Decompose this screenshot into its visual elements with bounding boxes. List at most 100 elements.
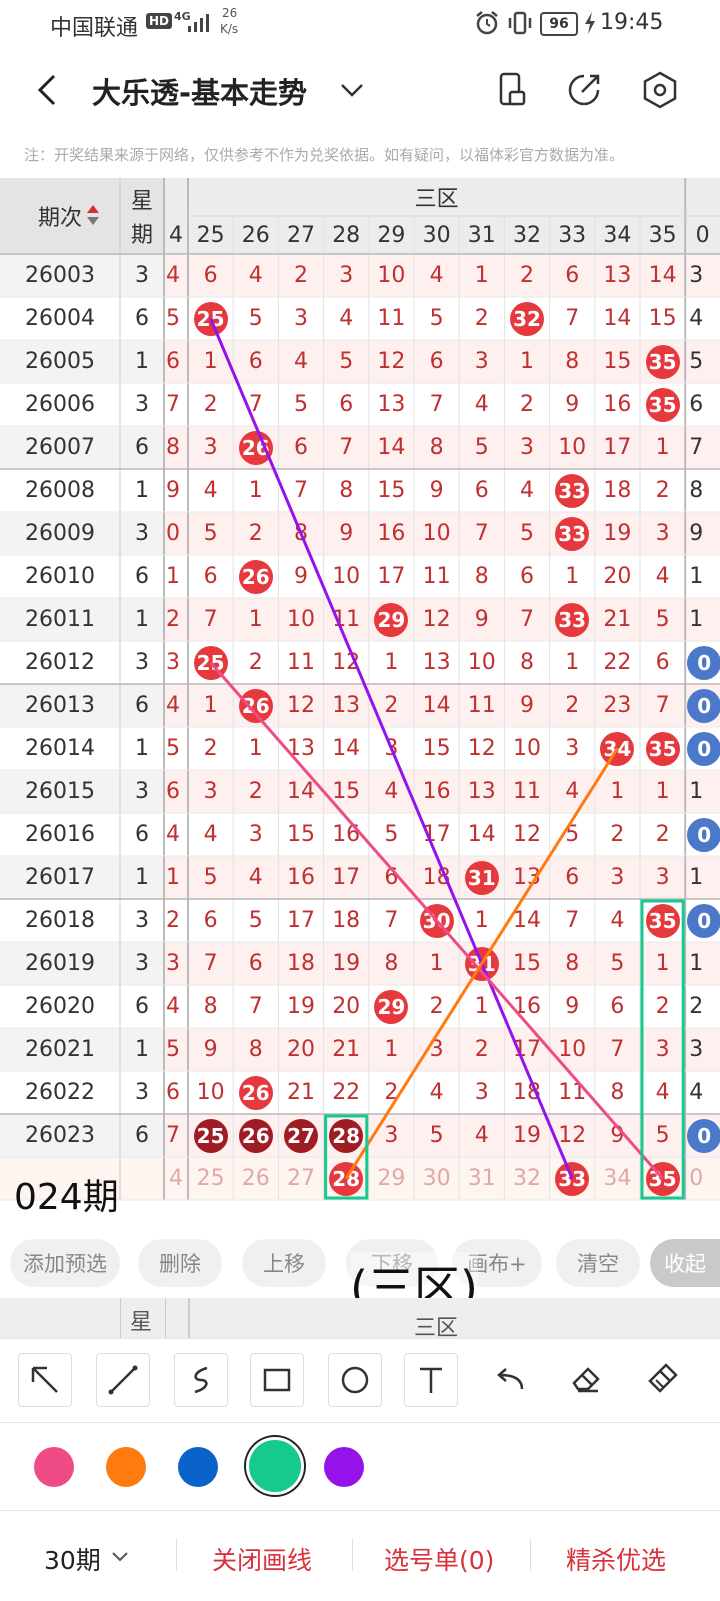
predict-number: 30 [422,1166,451,1191]
weekday-value: 1 [135,607,149,632]
back-arrow-icon[interactable] [28,68,72,112]
number-column-header: 33 [558,222,587,248]
right-partial-cell: 2 [689,994,704,1019]
hd-badge: HD [146,13,173,29]
miss-count: 1 [429,951,444,976]
text-tool-icon[interactable] [404,1353,458,1407]
color-swatch-orange[interactable] [106,1447,146,1487]
smart-pick-button[interactable]: 精杀优选 [566,1541,666,1577]
issue-number: 26013 [25,693,95,718]
right-partial-cell: 9 [689,521,704,546]
miss-count: 3 [429,1037,444,1062]
add-preselect-button[interactable]: 添加预选 [10,1239,120,1287]
line-tool-icon[interactable] [96,1353,150,1407]
miss-count: 3 [519,435,534,460]
miss-count: 3 [293,306,308,331]
miss-count: 6 [293,435,308,460]
circle-tool-icon[interactable] [328,1353,382,1407]
miss-count: 4 [474,1123,489,1148]
move-up-button[interactable]: 上移 [242,1239,326,1287]
period-selector[interactable]: 30期 [44,1541,101,1577]
chevron-down-icon[interactable] [108,1545,132,1569]
miss-count: 20 [603,564,632,589]
pick-list-button[interactable]: 选号单(0) [384,1541,494,1577]
weekday-value: 3 [135,779,149,804]
net-speed-value: 26 [222,6,238,20]
blue-ball-partial: 0 [687,817,720,852]
partial-cell: 4 [166,263,180,288]
action-bar: 添加预选 删除 上移 下移 画布+ 清空 收起 (三区) [0,1228,720,1318]
miss-count: 7 [610,1037,625,1062]
partial-cell: 8 [166,435,180,460]
miss-count: 10 [558,435,587,460]
miss-count: 7 [293,478,308,503]
miss-count: 10 [332,564,361,589]
number-column-header: 30 [422,222,451,248]
collapse-button[interactable]: 收起 [650,1239,720,1287]
miss-count: 11 [467,693,496,718]
partial-cell: 5 [166,736,180,761]
miss-count: 2 [203,392,218,417]
predict-number: 27 [286,1166,315,1191]
rectangle-tool-icon[interactable] [250,1353,304,1407]
partial-cell: 7 [166,1123,180,1148]
color-swatch-blue[interactable] [178,1447,218,1487]
miss-count: 18 [286,951,315,976]
drawn-number-ball: 35 [645,344,680,379]
miss-count: 10 [377,263,406,288]
pointer-arrow-icon[interactable] [18,1353,72,1407]
right-partial-cell: 5 [689,349,704,374]
partial-cell: 2 [166,908,180,933]
miss-count: 10 [558,1037,587,1062]
miss-count: 9 [293,564,308,589]
color-swatch-purple[interactable] [324,1447,364,1487]
miss-count: 8 [429,435,444,460]
charging-icon [585,12,595,34]
miss-count: 4 [519,478,534,503]
miss-count: 1 [248,478,263,503]
miss-count: 8 [610,1080,625,1105]
miss-count: 9 [519,693,534,718]
miss-count: 11 [332,607,361,632]
miss-count: 5 [248,306,263,331]
color-swatch-green-selected[interactable] [246,1437,304,1495]
miss-count: 1 [655,779,670,804]
right-partial-cell: 6 [689,392,704,417]
miss-count: 17 [422,822,451,847]
chevron-down-icon[interactable] [330,68,374,112]
clear-brush-icon[interactable] [636,1353,688,1405]
miss-count: 18 [512,1080,541,1105]
undo-icon[interactable] [484,1353,536,1405]
predict-row-label[interactable]: 024期 [14,1168,119,1220]
share-icon[interactable] [562,68,606,112]
drawn-number-ball: 33 [555,516,590,551]
miss-count: 12 [467,736,496,761]
weekday-value: 1 [135,736,149,761]
miss-count: 13 [286,736,315,761]
settings-icon[interactable] [638,68,682,112]
screen-rotate-icon[interactable] [490,68,534,112]
right-partial-cell: 1 [689,865,704,890]
miss-count: 2 [610,822,625,847]
eraser-icon[interactable] [560,1353,612,1405]
curve-tool-icon[interactable] [174,1353,228,1407]
delete-button[interactable]: 删除 [138,1239,222,1287]
miss-count: 4 [203,478,218,503]
close-drawing-button[interactable]: 关闭画线 [212,1541,312,1577]
drawn-number-ball: 26 [238,559,273,594]
right-partial-cell: 1 [689,607,704,632]
miss-count: 17 [286,908,315,933]
partial-cell: 1 [166,865,180,890]
miss-count: 4 [474,392,489,417]
number-column-header: 31 [467,222,496,248]
miss-count: 2 [384,693,399,718]
miss-count: 14 [377,435,406,460]
color-swatch-pink[interactable] [34,1447,74,1487]
predict-selected-ball: 28 [329,1161,364,1196]
issue-number: 26018 [25,908,95,933]
partial-cell: 0 [166,521,180,546]
miss-count: 12 [332,650,361,675]
miss-count: 5 [203,521,218,546]
clear-button[interactable]: 清空 [556,1239,640,1287]
sort-icon[interactable] [86,204,100,226]
